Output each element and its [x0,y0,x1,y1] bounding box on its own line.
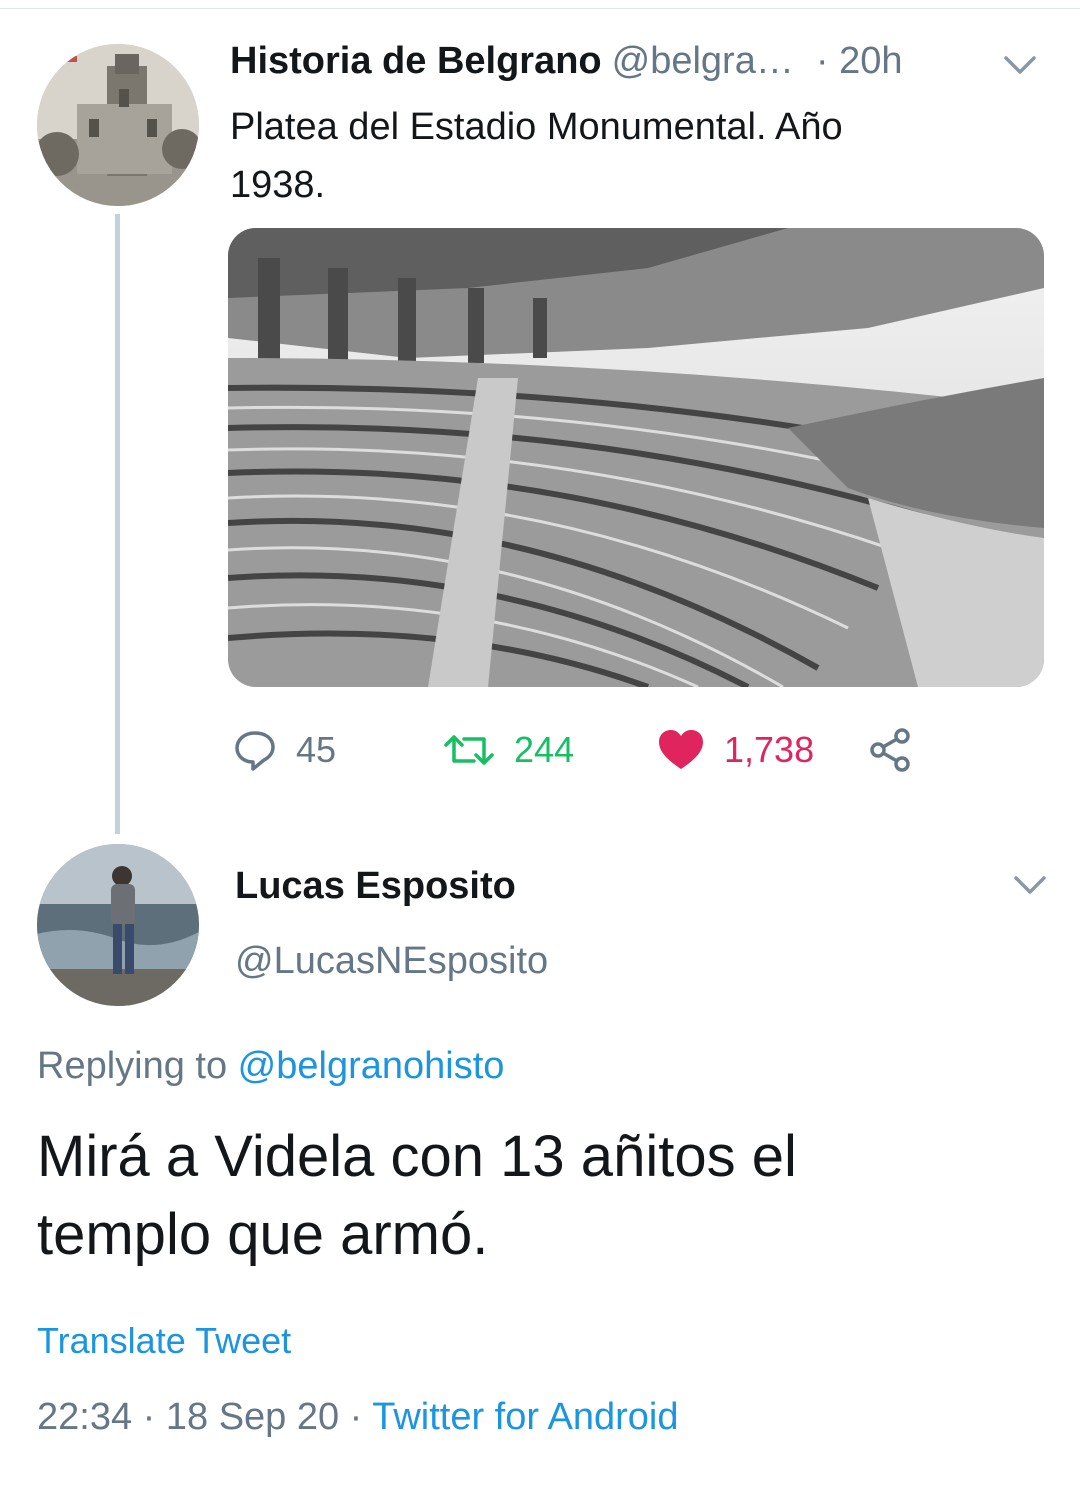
retweet-count: 244 [514,729,575,770]
replying-to-link[interactable]: @belgranohisto [238,1045,505,1087]
replying-to: Replying to @belgranohisto [37,1045,504,1088]
tweet-text-line: 1938. [230,164,326,206]
like-count: 1,738 [724,729,815,770]
timestamp: 22:34 · 18 Sep 20 · [37,1396,373,1438]
share-button[interactable] [868,720,916,780]
reply-text-line: Mirá a Videla con 13 añitos el [37,1124,797,1189]
tweet-text-line: Platea del Estadio Monumental. Año [230,106,843,148]
display-name[interactable]: Historia de Belgrano [230,40,602,82]
translate-tweet-link[interactable]: Translate Tweet [37,1320,291,1362]
timestamp[interactable]: · 20h [816,40,903,82]
user-handle[interactable]: @LucasNEsposito [235,940,548,983]
reply-text: Mirá a Videla con 13 añitos el templo qu… [37,1118,1037,1274]
tweet-image[interactable] [228,228,1044,687]
display-name[interactable]: Lucas Esposito [235,865,516,908]
avatar[interactable] [37,844,199,1006]
reply-text-line: templo que armó. [37,1202,489,1267]
tweet-text: Platea del Estadio Monumental. Año 1938. [230,98,990,214]
reply-button[interactable]: 45 [232,720,336,780]
heart-icon [659,730,703,769]
chevron-down-icon[interactable] [1000,52,1040,78]
like-button[interactable]: 1,738 [656,720,814,780]
thread-line [115,214,120,834]
retweet-button[interactable]: 244 [442,720,574,780]
avatar-photo [37,44,199,206]
reply-icon [235,731,275,771]
avatar-photo [37,844,199,1006]
avatar[interactable] [37,44,199,206]
top-divider [0,8,1080,9]
reply-count: 45 [296,729,337,770]
retweet-icon [444,735,494,765]
user-handle[interactable]: @belgra… [612,40,794,82]
source-link[interactable]: Twitter for Android [372,1396,678,1438]
tweet-header: Historia de Belgrano @belgra… · 20h [230,40,1050,90]
share-icon [870,728,910,772]
chevron-down-icon[interactable] [1010,872,1050,898]
tweet-meta: 22:34 · 18 Sep 20 · Twitter for Android [37,1396,678,1439]
replying-prefix: Replying to [37,1045,238,1087]
stadium-photo [228,228,1044,687]
